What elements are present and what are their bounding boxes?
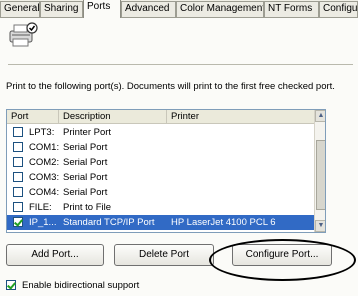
column-header-description[interactable]: Description — [59, 110, 167, 124]
port-description: Standard TCP/IP Port — [63, 217, 155, 228]
tab-nt-forms[interactable]: NT Forms — [264, 1, 319, 17]
port-checkbox[interactable] — [13, 187, 23, 197]
port-name: COM3: — [29, 172, 60, 183]
port-name: IP_1... — [29, 217, 57, 228]
tab-advanced[interactable]: Advanced — [121, 1, 176, 17]
table-row[interactable]: LPT3: Printer Port — [7, 125, 314, 140]
port-description: Serial Port — [63, 157, 108, 168]
bidirectional-label: Enable bidirectional support — [22, 280, 140, 291]
port-name: COM1: — [29, 142, 60, 153]
tab-sharing[interactable]: Sharing — [40, 1, 83, 17]
scroll-down-icon[interactable]: ▼ — [315, 220, 325, 232]
port-checkbox[interactable] — [13, 172, 23, 182]
port-name: COM4: — [29, 187, 60, 198]
port-checkbox[interactable] — [13, 157, 23, 167]
table-row[interactable]: COM2: Serial Port — [7, 155, 314, 170]
port-name: FILE: — [29, 202, 52, 213]
tab-strip: General Sharing Ports Advanced Color Man… — [0, 0, 358, 18]
port-name: COM2: — [29, 157, 60, 168]
separator — [8, 64, 353, 65]
table-row[interactable]: IP_1... Standard TCP/IP Port HP LaserJet 4… — [7, 215, 314, 230]
port-description: Serial Port — [63, 187, 108, 198]
tab-color-management[interactable]: Color Management — [176, 1, 264, 17]
printer-icon — [8, 22, 38, 48]
port-description: Printer Port — [63, 127, 112, 138]
highlight-ellipse — [209, 239, 356, 281]
port-checkbox[interactable] — [13, 127, 23, 137]
port-checkbox[interactable] — [13, 217, 23, 227]
bidirectional-checkbox[interactable] — [6, 280, 16, 290]
scroll-up-icon[interactable]: ▲ — [315, 110, 325, 122]
tab-ports[interactable]: Ports — [83, 0, 121, 18]
delete-port-button[interactable]: Delete Port — [114, 244, 214, 266]
list-scrollbar[interactable]: ▲ ▼ — [314, 110, 325, 232]
port-name: LPT3: — [29, 127, 55, 138]
table-row[interactable]: COM1: Serial Port — [7, 140, 314, 155]
port-description: Print to File — [63, 202, 112, 213]
table-row[interactable]: FILE: Print to File — [7, 200, 314, 215]
ports-list[interactable]: Port Description Printer LPT3: Printer Po… — [6, 109, 326, 233]
port-checkbox[interactable] — [13, 142, 23, 152]
scroll-thumb[interactable] — [316, 140, 325, 210]
table-row[interactable]: COM4: Serial Port — [7, 185, 314, 200]
tab-configuration[interactable]: Configu — [319, 1, 358, 17]
add-port-button[interactable]: Add Port... — [6, 244, 104, 266]
ports-description: Print to the following port(s). Document… — [6, 81, 335, 92]
port-printer: HP LaserJet 4100 PCL 6 — [171, 217, 276, 228]
tab-general[interactable]: General — [0, 1, 40, 17]
port-description: Serial Port — [63, 172, 108, 183]
column-header-printer[interactable]: Printer — [167, 110, 314, 124]
port-checkbox[interactable] — [13, 202, 23, 212]
column-header-port[interactable]: Port — [7, 110, 59, 124]
table-row[interactable]: COM3: Serial Port — [7, 170, 314, 185]
port-description: Serial Port — [63, 142, 108, 153]
list-header: Port Description Printer — [7, 110, 314, 124]
